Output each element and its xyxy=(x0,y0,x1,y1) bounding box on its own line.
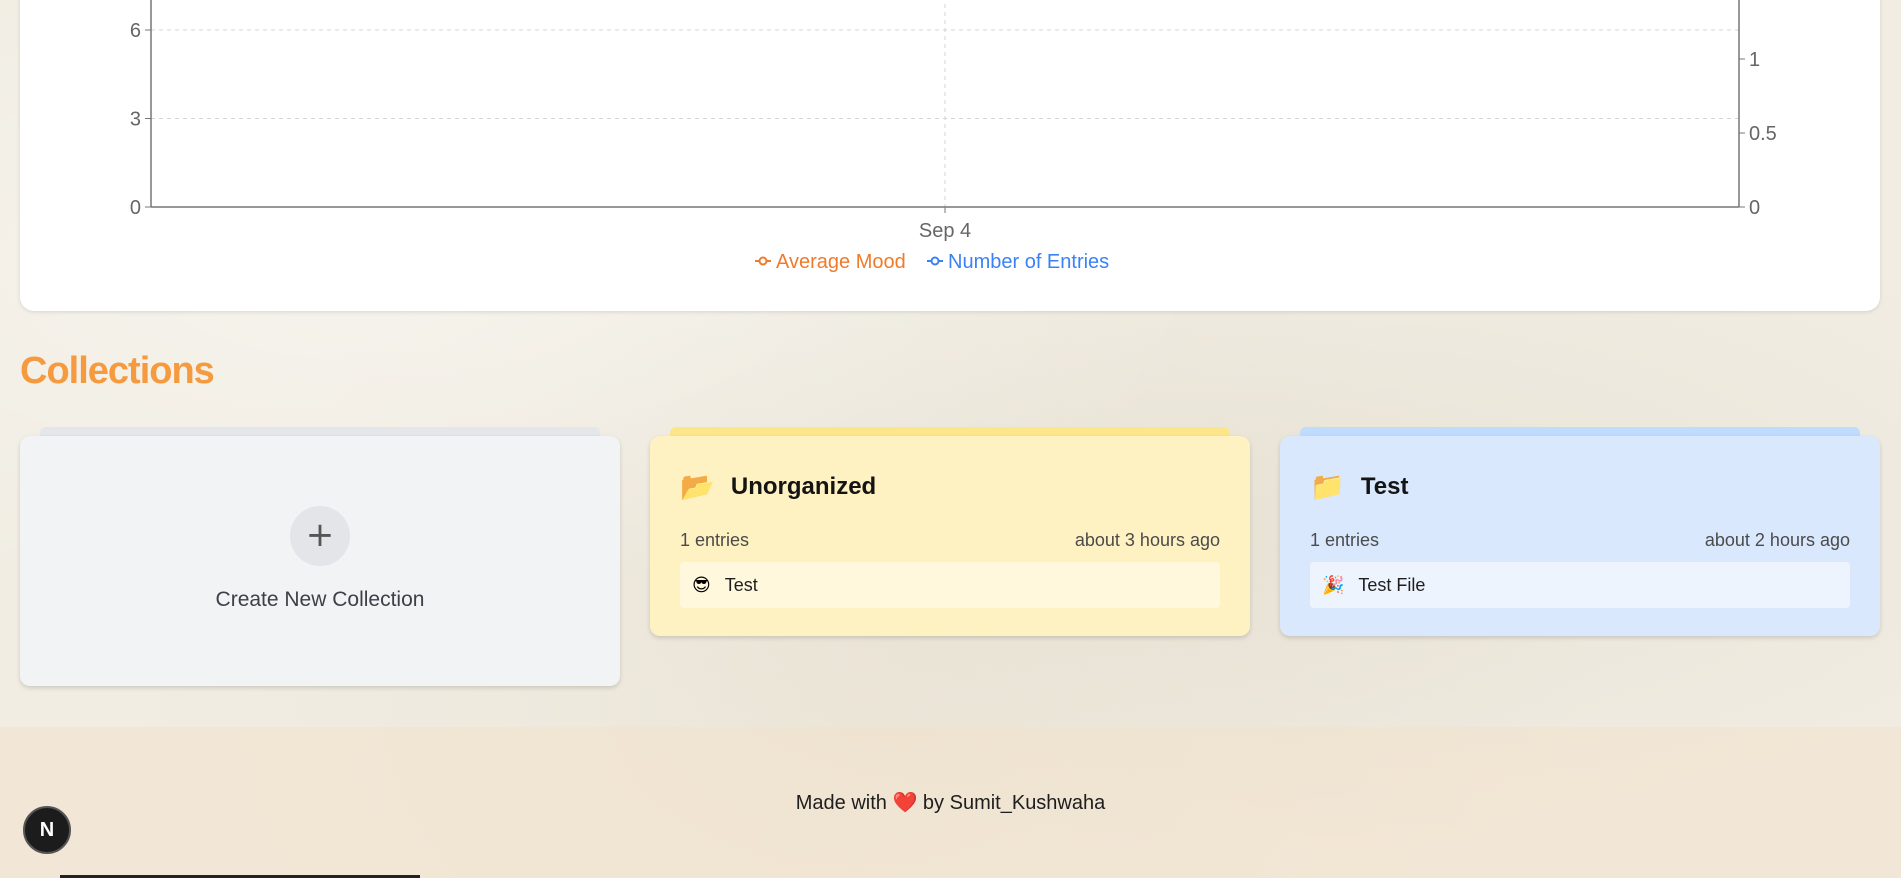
legend-marker-icon xyxy=(930,256,940,266)
collection-entry[interactable]: 🎉 Test File xyxy=(1310,562,1850,608)
party-popper-icon: 🎉 xyxy=(1322,574,1345,596)
nextjs-badge[interactable]: N xyxy=(23,806,71,854)
entry-count: 1 entries xyxy=(1310,530,1380,550)
folder-icon: 📁 xyxy=(1310,470,1345,503)
collection-title: Test xyxy=(1360,472,1409,500)
folder-open-icon: 📂 xyxy=(680,470,715,503)
x-tick-label: Sep 4 xyxy=(919,220,971,242)
plus-icon[interactable]: + xyxy=(290,506,350,566)
right-tick-label: 0 xyxy=(1749,197,1760,219)
footer-credit: Made with ❤️ by Sumit_Kushwaha xyxy=(0,790,1901,815)
collection-card-test[interactable]: 📁 Test 1 entries about 2 hours ago 🎉 Tes… xyxy=(1280,436,1880,636)
right-tick-label: 1 xyxy=(1749,49,1760,71)
left-tick-label: 6 xyxy=(130,20,141,42)
collection-card-unorganized[interactable]: 📂 Unorganized 1 entries about 3 hours ag… xyxy=(650,436,1250,636)
heart-icon: ❤️ xyxy=(892,790,918,814)
left-tick-label: 3 xyxy=(130,109,141,131)
footer: Made with ❤️ by Sumit_Kushwaha xyxy=(0,727,1901,878)
mood-chart-card: 0 3 6 0 0.5 1 Sep 4 Average Mood Number of Entr… xyxy=(20,0,1880,311)
create-collection-label: Create New Collection xyxy=(215,588,425,611)
create-collection-card[interactable]: + Create New Collection xyxy=(20,436,620,686)
legend-label: Number of Entries xyxy=(948,251,1109,273)
legend-marker-icon xyxy=(758,256,768,266)
collection-entry[interactable]: 😎 Test xyxy=(680,562,1220,608)
mood-chart: 0 3 6 0 0.5 1 Sep 4 Average Mood Number of Entr… xyxy=(130,0,1777,273)
right-tick-label: 0.5 xyxy=(1749,123,1777,145)
entry-label: Test xyxy=(724,574,758,595)
author-text: by Sumit_Kushwaha xyxy=(922,792,1106,814)
updated-time: about 2 hours ago xyxy=(1704,530,1850,550)
left-tick-label: 0 xyxy=(130,197,141,219)
smiley-icon: 😎 xyxy=(692,574,711,596)
collection-title: Unorganized xyxy=(730,472,877,500)
entry-label: Test File xyxy=(1358,574,1426,595)
updated-time: about 3 hours ago xyxy=(1074,530,1220,550)
collections-title: Collections xyxy=(20,350,215,392)
made-with-text: Made with xyxy=(795,792,887,814)
entry-count: 1 entries xyxy=(680,530,750,550)
legend-label: Average Mood xyxy=(776,251,906,273)
